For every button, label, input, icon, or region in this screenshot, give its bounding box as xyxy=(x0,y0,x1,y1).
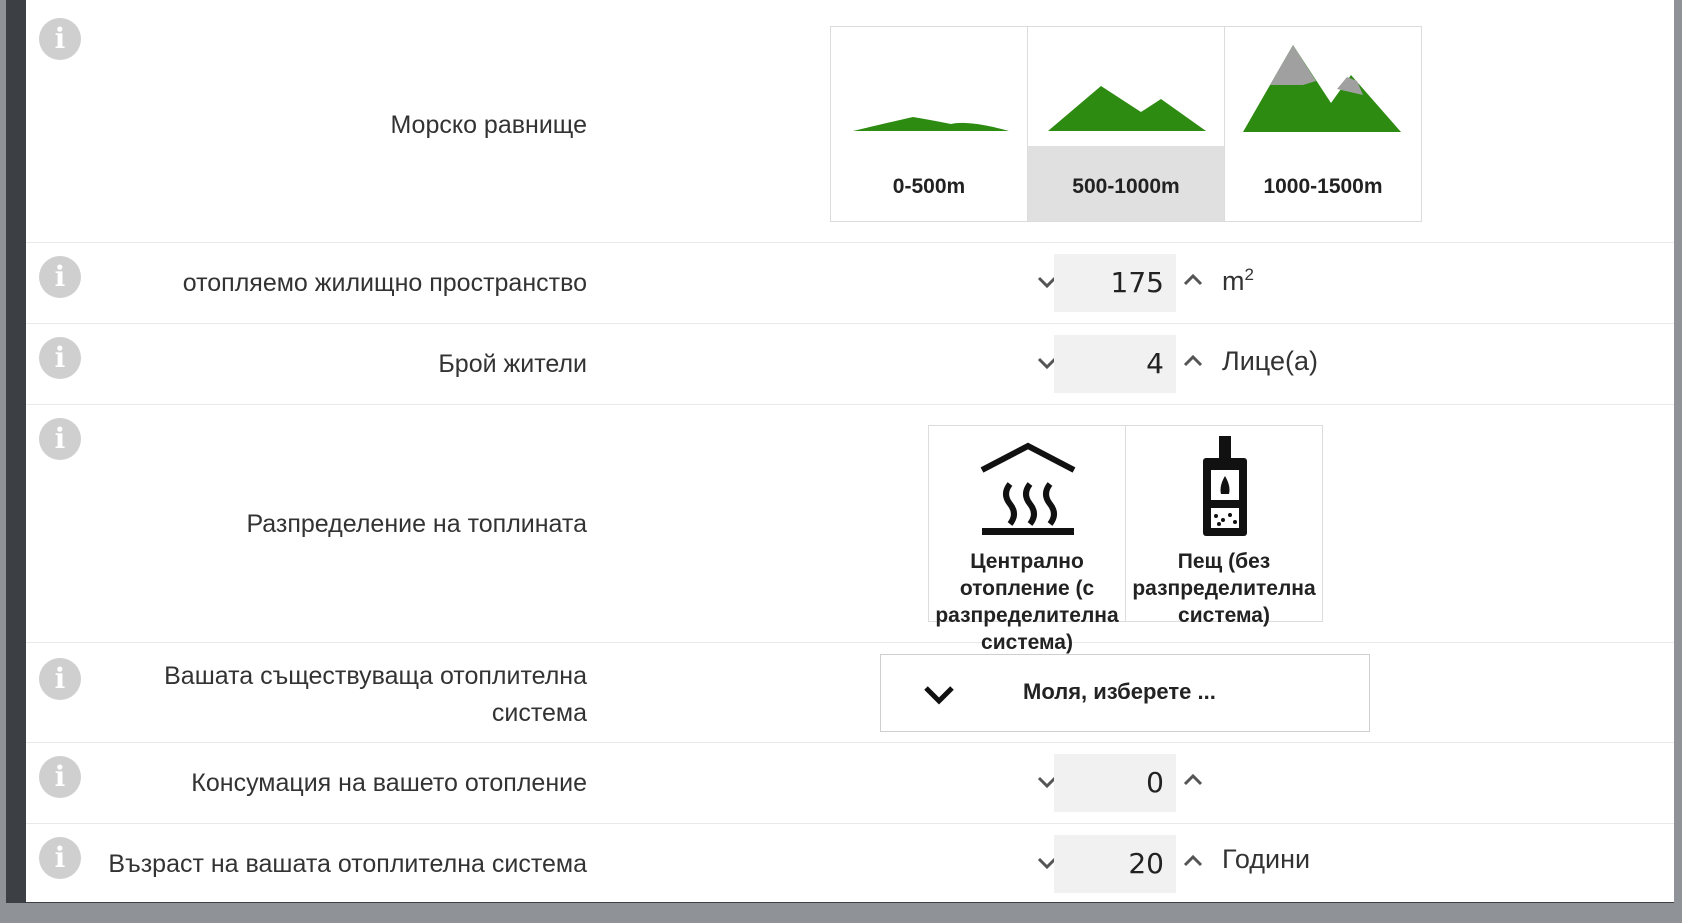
mountains-icon xyxy=(1243,45,1401,132)
unit-superscript: 2 xyxy=(1244,265,1254,284)
residents-row: i Брой жители 4 Лице(а) xyxy=(26,324,1674,405)
altitude-option-0-500[interactable]: 0-500m xyxy=(830,26,1028,222)
stove-icon xyxy=(1203,436,1247,536)
chevron-up-icon xyxy=(1183,273,1203,286)
residents-increase-button[interactable] xyxy=(1178,346,1208,376)
consumption-input[interactable]: 0 xyxy=(1054,754,1176,812)
heat-distribution-label: Разпределение на топлината xyxy=(246,510,587,538)
residents-input[interactable]: 4 xyxy=(1054,335,1176,393)
altitude-option-500-1000[interactable]: 500-1000m xyxy=(1027,26,1225,222)
altitude-option-label: 1000-1500m xyxy=(1263,175,1383,198)
heat-distribution-option-central[interactable]: Централно отопление (с разпределителна с… xyxy=(928,425,1126,654)
consumption-increase-button[interactable] xyxy=(1178,765,1208,795)
heat-distribution-row: i Разпределение на топлината Централно о… xyxy=(26,405,1674,654)
info-icon[interactable]: i xyxy=(39,18,81,60)
central-heating-icon xyxy=(980,442,1076,535)
residents-unit: Лице(а) xyxy=(1222,346,1318,376)
consumption-label: Консумация на вашето отопление xyxy=(191,769,587,797)
living-space-label: отопляемо жилищно пространство xyxy=(182,269,587,297)
info-icon[interactable]: i xyxy=(39,837,81,879)
window-bottom-edge xyxy=(0,903,1682,923)
altitude-option-1000-1500[interactable]: 1000-1500m xyxy=(1224,26,1422,222)
info-icon[interactable]: i xyxy=(39,337,81,379)
existing-system-row: i Вашата съществуваща отоплителна систем… xyxy=(26,643,1674,743)
chevron-down-icon xyxy=(924,686,954,705)
system-age-increase-button[interactable] xyxy=(1178,846,1208,876)
chevron-up-icon xyxy=(1183,854,1203,867)
heat-distribution-option-label: Пещ (без разпределителна система) xyxy=(1132,550,1316,627)
existing-system-label: Вашата съществуваща отоплителна система xyxy=(164,662,587,727)
consumption-row: i Консумация на вашето отопление 0 xyxy=(26,743,1674,824)
altitude-label: Морско равнище xyxy=(390,111,587,139)
system-age-row: i Възраст на вашата отоплителна система … xyxy=(26,824,1674,902)
living-space-increase-button[interactable] xyxy=(1178,265,1208,295)
living-space-row: i отопляемо жилищно пространство 175 m2 xyxy=(26,243,1674,324)
residents-label: Брой жители xyxy=(438,350,587,378)
lowland-icon xyxy=(853,117,1009,131)
info-icon[interactable]: i xyxy=(39,418,81,460)
system-age-label: Възраст на вашата отоплителна система xyxy=(108,850,587,878)
altitude-option-label: 0-500m xyxy=(892,175,966,198)
existing-system-select-value: Моля, изберете ... xyxy=(1023,679,1216,704)
chevron-up-icon xyxy=(1183,354,1203,367)
info-icon[interactable]: i xyxy=(39,658,81,700)
heating-form-panel: i Морско равнище 0-500m 500-1000m 1000-1… xyxy=(26,0,1674,902)
system-age-input[interactable]: 20 xyxy=(1054,835,1176,893)
chevron-up-icon xyxy=(1183,773,1203,786)
info-icon[interactable]: i xyxy=(39,756,81,798)
living-space-input[interactable]: 175 xyxy=(1054,254,1176,312)
unit-text: m xyxy=(1222,266,1245,296)
existing-system-select[interactable]: Моля, изберете ... xyxy=(880,654,1370,732)
altitude-row: i Морско равнище 0-500m 500-1000m 1000-1… xyxy=(26,0,1674,243)
info-icon[interactable]: i xyxy=(39,256,81,298)
heat-distribution-option-label: Централно отопление (с разпределителна с… xyxy=(935,550,1119,654)
system-age-unit: Години xyxy=(1222,844,1311,874)
altitude-option-label: 500-1000m xyxy=(1072,175,1180,198)
hills-icon xyxy=(1048,86,1206,131)
living-space-unit: m2 xyxy=(1222,265,1254,297)
heat-distribution-option-stove[interactable]: Пещ (без разпределителна система) xyxy=(1125,425,1323,627)
